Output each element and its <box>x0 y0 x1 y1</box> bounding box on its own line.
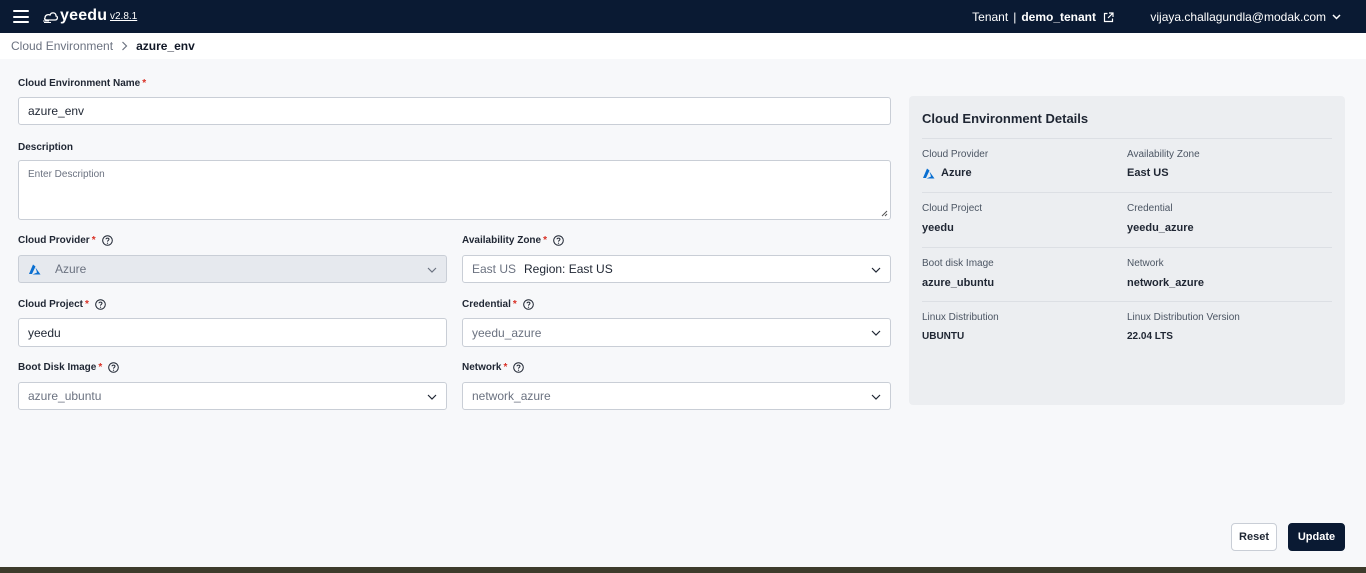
detail-value-cloud-provider: Azure <box>922 167 972 179</box>
boot-disk-image-label: Boot Disk Image * <box>18 362 120 373</box>
boot-disk-image-label-text: Boot Disk Image <box>18 362 97 373</box>
availability-zone-select[interactable]: East US Region: East US <box>462 255 891 283</box>
credential-select[interactable]: yeedu_azure <box>462 318 891 347</box>
description-label-text: Description <box>18 142 74 153</box>
app-logo[interactable]: yeedu <box>43 7 107 25</box>
app-name: yeedu <box>60 7 108 24</box>
update-button[interactable]: Update <box>1288 523 1345 551</box>
detail-key-network: Network <box>1127 258 1164 269</box>
help-circle-icon[interactable] <box>101 235 113 246</box>
resize-handle-icon[interactable] <box>881 210 888 217</box>
azure-logo-icon <box>923 168 935 178</box>
detail-key-availability-zone: Availability Zone <box>1127 149 1200 160</box>
chevron-down-icon <box>871 267 881 273</box>
detail-value-linux-distribution: UBUNTU <box>922 331 965 342</box>
required-mark: * <box>85 299 89 310</box>
external-link-icon[interactable] <box>1103 11 1114 23</box>
availability-zone-label: Availability Zone * <box>462 235 564 246</box>
detail-key-cloud-project: Cloud Project <box>922 203 983 214</box>
user-email: vijaya.challagundla@modak.com <box>1150 10 1326 24</box>
details-title: Cloud Environment Details <box>922 111 1089 126</box>
cloud-project-input[interactable]: yeedu <box>18 318 447 347</box>
boot-disk-image-value: azure_ubuntu <box>28 389 102 403</box>
detail-key-cloud-provider: Cloud Provider <box>922 149 989 160</box>
desktop-background-strip <box>0 567 1366 573</box>
main-content: Cloud Environment Name * azure_env Descri… <box>0 59 1366 567</box>
hamburger-menu-icon[interactable] <box>13 10 29 23</box>
name-label-text: Cloud Environment Name <box>18 78 141 89</box>
cloud-environment-details-panel: Cloud Environment Details Cloud Provider… <box>909 96 1345 405</box>
detail-value-cloud-provider-text: Azure <box>941 167 972 179</box>
cloud-provider-label: Cloud Provider * <box>18 235 113 246</box>
cloud-provider-label-text: Cloud Provider <box>18 235 90 246</box>
divider <box>922 301 1332 302</box>
required-mark: * <box>503 362 508 373</box>
divider <box>922 192 1332 193</box>
user-menu[interactable]: vijaya.challagundla@modak.com <box>1150 10 1341 24</box>
availability-zone-region: Region: East US <box>524 262 613 276</box>
chevron-down-icon <box>871 330 881 336</box>
detail-value-cloud-project: yeedu <box>922 222 954 234</box>
yeedu-logo-icon <box>43 12 59 23</box>
help-circle-icon[interactable] <box>513 362 525 373</box>
detail-key-linux-distribution: Linux Distribution <box>922 312 999 323</box>
cloud-project-label-text: Cloud Project <box>18 299 84 310</box>
divider <box>922 138 1332 139</box>
chevron-right-icon <box>122 41 128 51</box>
required-mark: * <box>512 299 517 310</box>
version-link[interactable]: v2.8.1 <box>110 11 137 22</box>
network-label-text: Network <box>462 362 502 373</box>
help-circle-icon[interactable] <box>95 299 106 310</box>
network-select[interactable]: network_azure <box>462 382 891 410</box>
breadcrumb-cloud-environment[interactable]: Cloud Environment <box>11 39 113 53</box>
cloud-project-value: yeedu <box>28 325 61 340</box>
help-circle-icon[interactable] <box>108 362 120 373</box>
chevron-down-icon <box>1332 14 1341 20</box>
divider <box>922 247 1332 248</box>
description-textarea[interactable]: Enter Description <box>18 160 891 220</box>
detail-value-linux-distribution-version: 22.04 LTS <box>1127 331 1173 342</box>
help-circle-icon[interactable] <box>553 235 564 246</box>
chevron-down-icon <box>427 267 437 273</box>
detail-value-availability-zone: East US <box>1127 167 1169 179</box>
reset-button[interactable]: Reset <box>1231 523 1277 551</box>
breadcrumb: Cloud Environment azure_env <box>0 33 1366 59</box>
detail-value-network: network_azure <box>1127 277 1205 289</box>
description-placeholder: Enter Description <box>28 169 105 180</box>
detail-key-boot-disk-image: Boot disk Image <box>922 258 994 269</box>
required-mark: * <box>142 78 147 89</box>
cloud-provider-value: Azure <box>55 262 87 276</box>
cloud-provider-select[interactable]: Azure <box>18 255 447 283</box>
cloud-environment-name-input[interactable]: azure_env <box>18 97 891 125</box>
azure-logo-icon <box>29 264 41 274</box>
cloud-environment-name-value: azure_env <box>28 104 85 118</box>
name-label: Cloud Environment Name * <box>18 78 146 89</box>
required-mark: * <box>91 235 96 246</box>
availability-zone-value: East US <box>472 262 517 276</box>
tenant-label: Tenant <box>972 10 1009 24</box>
required-mark: * <box>543 235 547 246</box>
description-label: Description <box>18 142 73 153</box>
cloud-project-label: Cloud Project * <box>18 299 106 310</box>
boot-disk-image-select[interactable]: azure_ubuntu <box>18 382 447 410</box>
tenant-name: demo_tenant <box>1021 10 1096 24</box>
tenant-separator: | <box>1013 10 1017 24</box>
required-mark: * <box>98 362 103 373</box>
detail-key-credential: Credential <box>1127 203 1173 214</box>
top-bar: yeedu v2.8.1 Tenant | demo_tenant vijaya… <box>0 0 1366 33</box>
tenant-indicator[interactable]: Tenant | demo_tenant <box>972 10 1114 24</box>
network-label: Network * <box>462 362 525 373</box>
availability-zone-label-text: Availability Zone <box>462 235 542 246</box>
help-circle-icon[interactable] <box>523 299 534 310</box>
chevron-down-icon <box>871 394 881 400</box>
credential-label: Credential * <box>462 299 534 310</box>
detail-value-boot-disk-image: azure_ubuntu <box>922 277 995 289</box>
detail-key-linux-distribution-version: Linux Distribution Version <box>1127 312 1240 323</box>
network-value: network_azure <box>472 389 551 403</box>
credential-value: yeedu_azure <box>472 325 542 340</box>
credential-label-text: Credential <box>462 299 511 310</box>
breadcrumb-current: azure_env <box>136 39 195 53</box>
detail-value-credential: yeedu_azure <box>1127 222 1194 234</box>
chevron-down-icon <box>427 394 437 400</box>
